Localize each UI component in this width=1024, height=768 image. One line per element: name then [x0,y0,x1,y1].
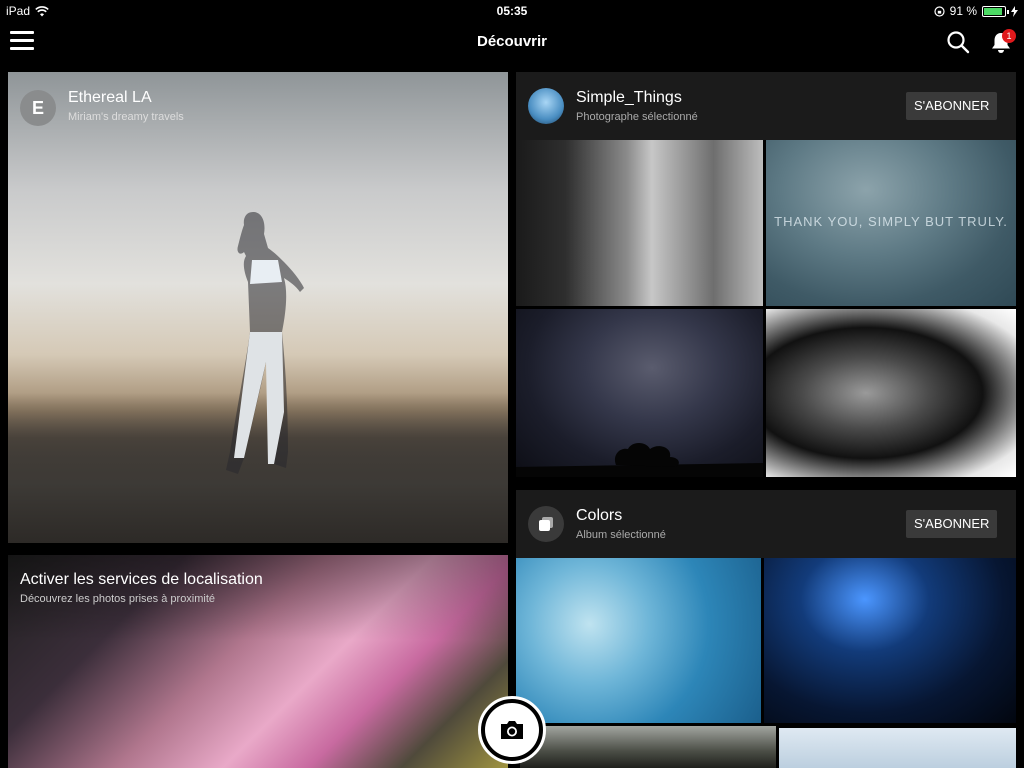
photo-street[interactable] [516,140,763,306]
photo-night-sky[interactable] [516,309,763,477]
page-title: Découvrir [476,33,548,50]
card-header: Simple_Things Photographe sélectionné S'… [516,72,1016,140]
photo-dancers[interactable] [764,558,1016,723]
subscribe-button[interactable]: S'ABONNER [906,92,998,120]
status-right: 91 % [934,4,1018,18]
photo-portrait[interactable] [766,309,1016,477]
card-ethereal-la[interactable]: E Ethereal LA Miriam's dreamy travels [8,72,508,543]
battery-icon [982,5,1009,17]
photo-sky[interactable] [779,728,1016,768]
card-location-services[interactable]: Activer les services de localisation Déc… [8,555,508,768]
card-subtitle: Miriam's dreamy travels [68,111,184,123]
notification-badge: 1 [1002,29,1016,43]
status-time: 05:35 [496,4,528,18]
card-header: Colors Album sélectionné S'ABONNER [516,490,1016,558]
photo-sunset[interactable] [520,726,776,768]
tree-silhouette [516,443,763,477]
search-button[interactable] [946,30,970,54]
card-simple-things[interactable]: Simple_Things Photographe sélectionné S'… [516,72,1016,480]
card-subtitle: Découvrez les photos prises à proximité [20,593,216,605]
card-title: Colors [576,507,623,524]
nav-bar: Découvrir 1 [0,22,1024,62]
charging-icon [1011,5,1018,17]
camera-icon [501,721,523,739]
notifications-button[interactable]: 1 [990,29,1016,55]
camera-button[interactable] [478,696,546,764]
battery-percent: 91 % [949,4,977,18]
avatar-colors [528,506,564,542]
rotation-lock-icon [934,5,945,17]
photo-caption: THANK YOU, SIMPLY BUT TRULY. [774,214,1008,229]
card-title: Ethereal LA [68,89,152,106]
card-title: Simple_Things [576,89,682,106]
avatar-ethereal: E [20,90,56,126]
photo-woman-silhouette [226,212,304,474]
album-icon [539,517,553,531]
subscribe-button[interactable]: S'ABONNER [906,510,998,538]
search-icon [947,31,970,54]
card-subtitle: Photographe sélectionné [576,111,698,123]
photo-water[interactable]: THANK YOU, SIMPLY BUT TRULY. [766,140,1016,306]
photo-pool-water[interactable] [516,558,761,723]
card-colors[interactable]: Colors Album sélectionné S'ABONNER [516,490,1016,768]
card-title: Activer les services de localisation [20,571,263,588]
avatar-simple-things [528,88,564,124]
status-bar: iPad 05:35 91 % [0,0,1024,22]
card-subtitle: Album sélectionné [576,529,666,541]
